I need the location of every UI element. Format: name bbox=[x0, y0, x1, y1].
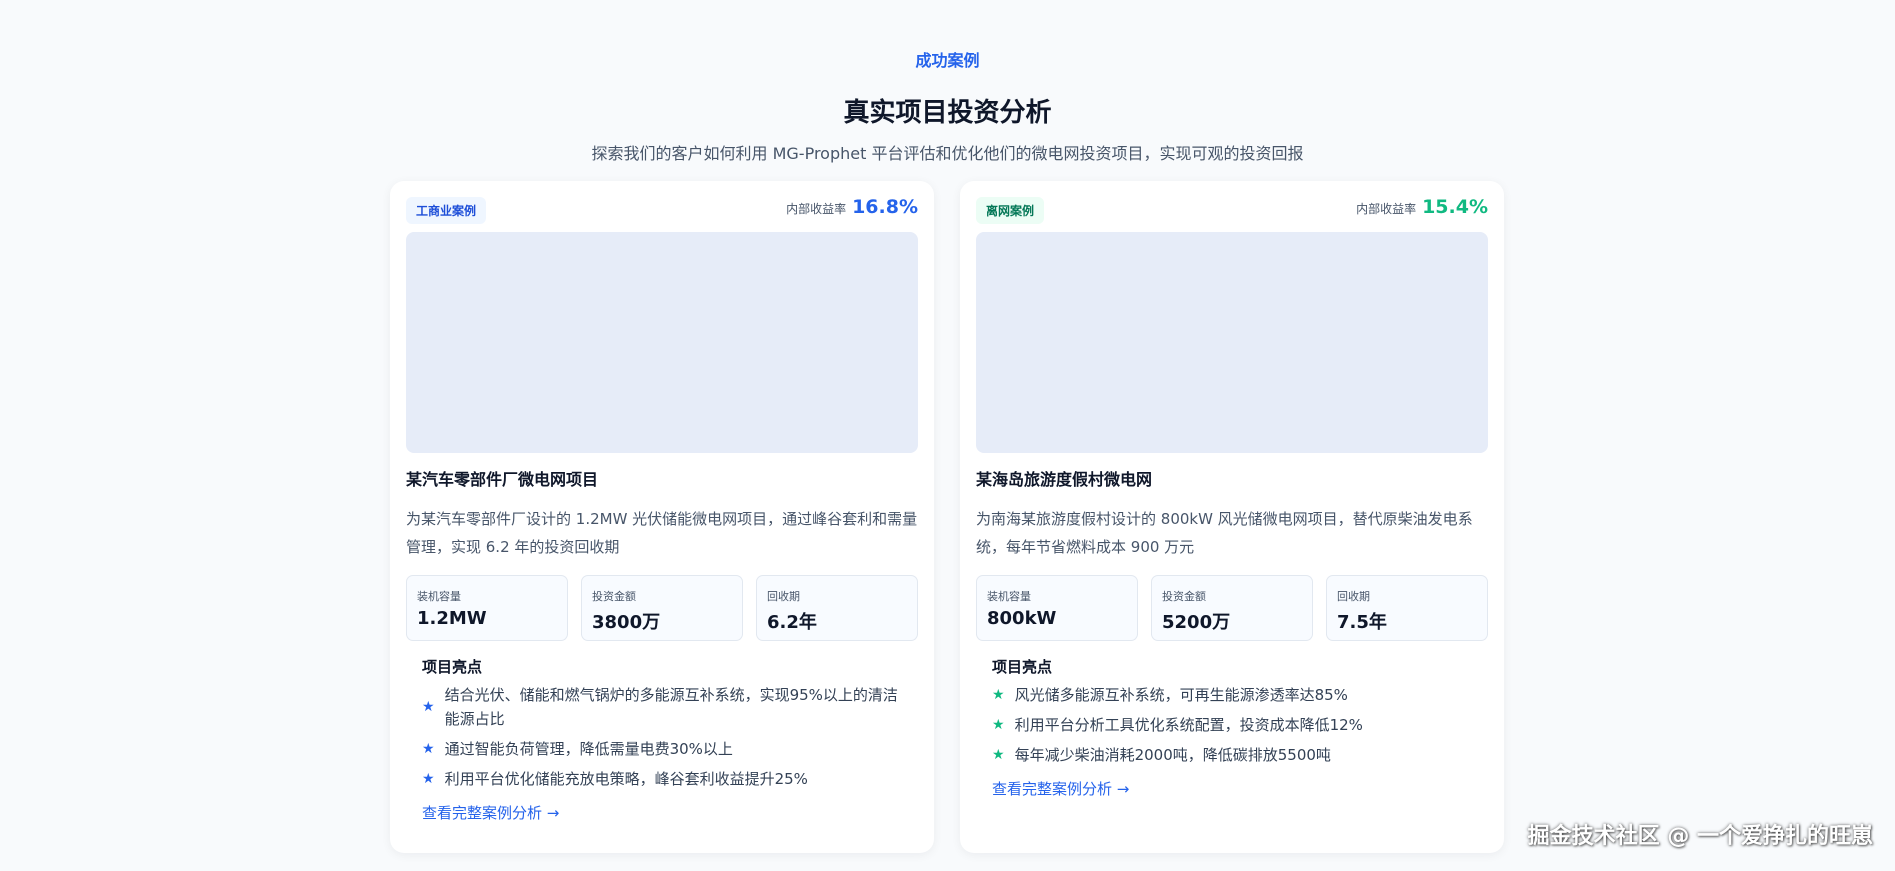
highlight-item: ★ 结合光伏、储能和燃气锅炉的多能源互补系统，实现95%以上的清洁能源占比 bbox=[422, 683, 902, 731]
highlight-text: 每年减少柴油消耗2000吨，降低碳排放5500吨 bbox=[1014, 746, 1331, 764]
case-description: 为南海某旅游度假村设计的 800kW 风光储微电网项目，替代原柴油发电系统，每年… bbox=[976, 510, 1473, 556]
case-image-placeholder bbox=[406, 232, 918, 453]
irr-indicator: 内部收益率 15.4% bbox=[1356, 196, 1488, 218]
stat-label: 投资金额 bbox=[1162, 590, 1206, 603]
highlights-list: ★ 结合光伏、储能和燃气锅炉的多能源互补系统，实现95%以上的清洁能源占比 ★ … bbox=[422, 683, 902, 797]
stat-value: 3800万 bbox=[592, 612, 661, 633]
stat-value: 6.2年 bbox=[767, 612, 817, 633]
case-title: 某汽车零部件厂微电网项目 bbox=[406, 470, 599, 489]
case-stats: 装机容量 800kW 投资金额 5200万 回收期 7.5年 bbox=[976, 575, 1488, 641]
stat-label: 回收期 bbox=[767, 590, 800, 603]
stat-investment: 投资金额 5200万 bbox=[1151, 575, 1313, 641]
highlight-item: ★ 利用平台优化储能充放电策略，峰谷套利收益提升25% bbox=[422, 767, 902, 791]
stat-capacity: 装机容量 800kW bbox=[976, 575, 1138, 641]
stat-value: 800kW bbox=[987, 608, 1057, 629]
irr-label: 内部收益率 bbox=[1356, 202, 1417, 216]
view-full-case-link[interactable]: 查看完整案例分析 → bbox=[422, 802, 559, 823]
highlight-item: ★ 利用平台分析工具优化系统配置，投资成本降低12% bbox=[992, 713, 1472, 737]
case-badge: 离网案例 bbox=[976, 197, 1045, 224]
section-title: 真实项目投资分析 bbox=[843, 98, 1052, 128]
highlights-title: 项目亮点 bbox=[422, 658, 483, 676]
highlight-text: 通过智能负荷管理，降低需量电费30%以上 bbox=[444, 740, 733, 758]
stat-label: 装机容量 bbox=[417, 590, 461, 603]
irr-value: 16.8% bbox=[852, 196, 918, 218]
irr-value: 15.4% bbox=[1422, 196, 1488, 218]
highlights-title: 项目亮点 bbox=[992, 658, 1053, 676]
case-card-industrial: 工商业案例 内部收益率 16.8% 某汽车零部件厂微电网项目 为某汽车零部件厂设… bbox=[390, 181, 934, 853]
highlight-item: ★ 通过智能负荷管理，降低需量电费30%以上 bbox=[422, 737, 902, 761]
highlights-list: ★ 风光储多能源互补系统，可再生能源渗透率达85% ★ 利用平台分析工具优化系统… bbox=[992, 683, 1472, 773]
star-icon: ★ bbox=[992, 687, 1005, 703]
highlight-item: ★ 每年减少柴油消耗2000吨，降低碳排放5500吨 bbox=[992, 743, 1472, 767]
case-description: 为某汽车零部件厂设计的 1.2MW 光伏储能微电网项目，通过峰谷套利和需量管理，… bbox=[406, 510, 918, 556]
stat-value: 7.5年 bbox=[1337, 612, 1387, 633]
highlight-text: 结合光伏、储能和燃气锅炉的多能源互补系统，实现95%以上的清洁能源占比 bbox=[444, 686, 898, 728]
irr-indicator: 内部收益率 16.8% bbox=[786, 196, 918, 218]
stat-value: 5200万 bbox=[1162, 612, 1231, 633]
star-icon: ★ bbox=[992, 747, 1005, 763]
watermark: 掘金技术社区 @ 一个爱挣扎的旺崽 bbox=[1527, 824, 1873, 849]
highlight-text: 利用平台分析工具优化系统配置，投资成本降低12% bbox=[1014, 716, 1363, 734]
stat-capacity: 装机容量 1.2MW bbox=[406, 575, 568, 641]
stat-value: 1.2MW bbox=[417, 608, 487, 629]
case-stats: 装机容量 1.2MW 投资金额 3800万 回收期 6.2年 bbox=[406, 575, 918, 641]
star-icon: ★ bbox=[422, 699, 435, 715]
section-subtitle: 探索我们的客户如何利用 MG-Prophet 平台评估和优化他们的微电网投资项目… bbox=[591, 144, 1304, 163]
case-title: 某海岛旅游度假村微电网 bbox=[976, 470, 1153, 489]
view-full-case-link[interactable]: 查看完整案例分析 → bbox=[992, 778, 1129, 799]
highlight-text: 利用平台优化储能充放电策略，峰谷套利收益提升25% bbox=[444, 770, 808, 788]
stat-investment: 投资金额 3800万 bbox=[581, 575, 743, 641]
case-card-offgrid: 离网案例 内部收益率 15.4% 某海岛旅游度假村微电网 为南海某旅游度假村设计… bbox=[960, 181, 1504, 853]
highlight-text: 风光储多能源互补系统，可再生能源渗透率达85% bbox=[1014, 686, 1348, 704]
stat-payback: 回收期 7.5年 bbox=[1326, 575, 1488, 641]
irr-label: 内部收益率 bbox=[786, 202, 847, 216]
section-tag: 成功案例 bbox=[915, 51, 980, 70]
case-badge: 工商业案例 bbox=[406, 197, 487, 224]
star-icon: ★ bbox=[992, 717, 1005, 733]
highlight-item: ★ 风光储多能源互补系统，可再生能源渗透率达85% bbox=[992, 683, 1472, 707]
case-image-placeholder bbox=[976, 232, 1488, 453]
stat-payback: 回收期 6.2年 bbox=[756, 575, 918, 641]
star-icon: ★ bbox=[422, 741, 435, 757]
stat-label: 投资金额 bbox=[592, 590, 636, 603]
stat-label: 回收期 bbox=[1337, 590, 1370, 603]
stat-label: 装机容量 bbox=[987, 590, 1031, 603]
star-icon: ★ bbox=[422, 771, 435, 787]
